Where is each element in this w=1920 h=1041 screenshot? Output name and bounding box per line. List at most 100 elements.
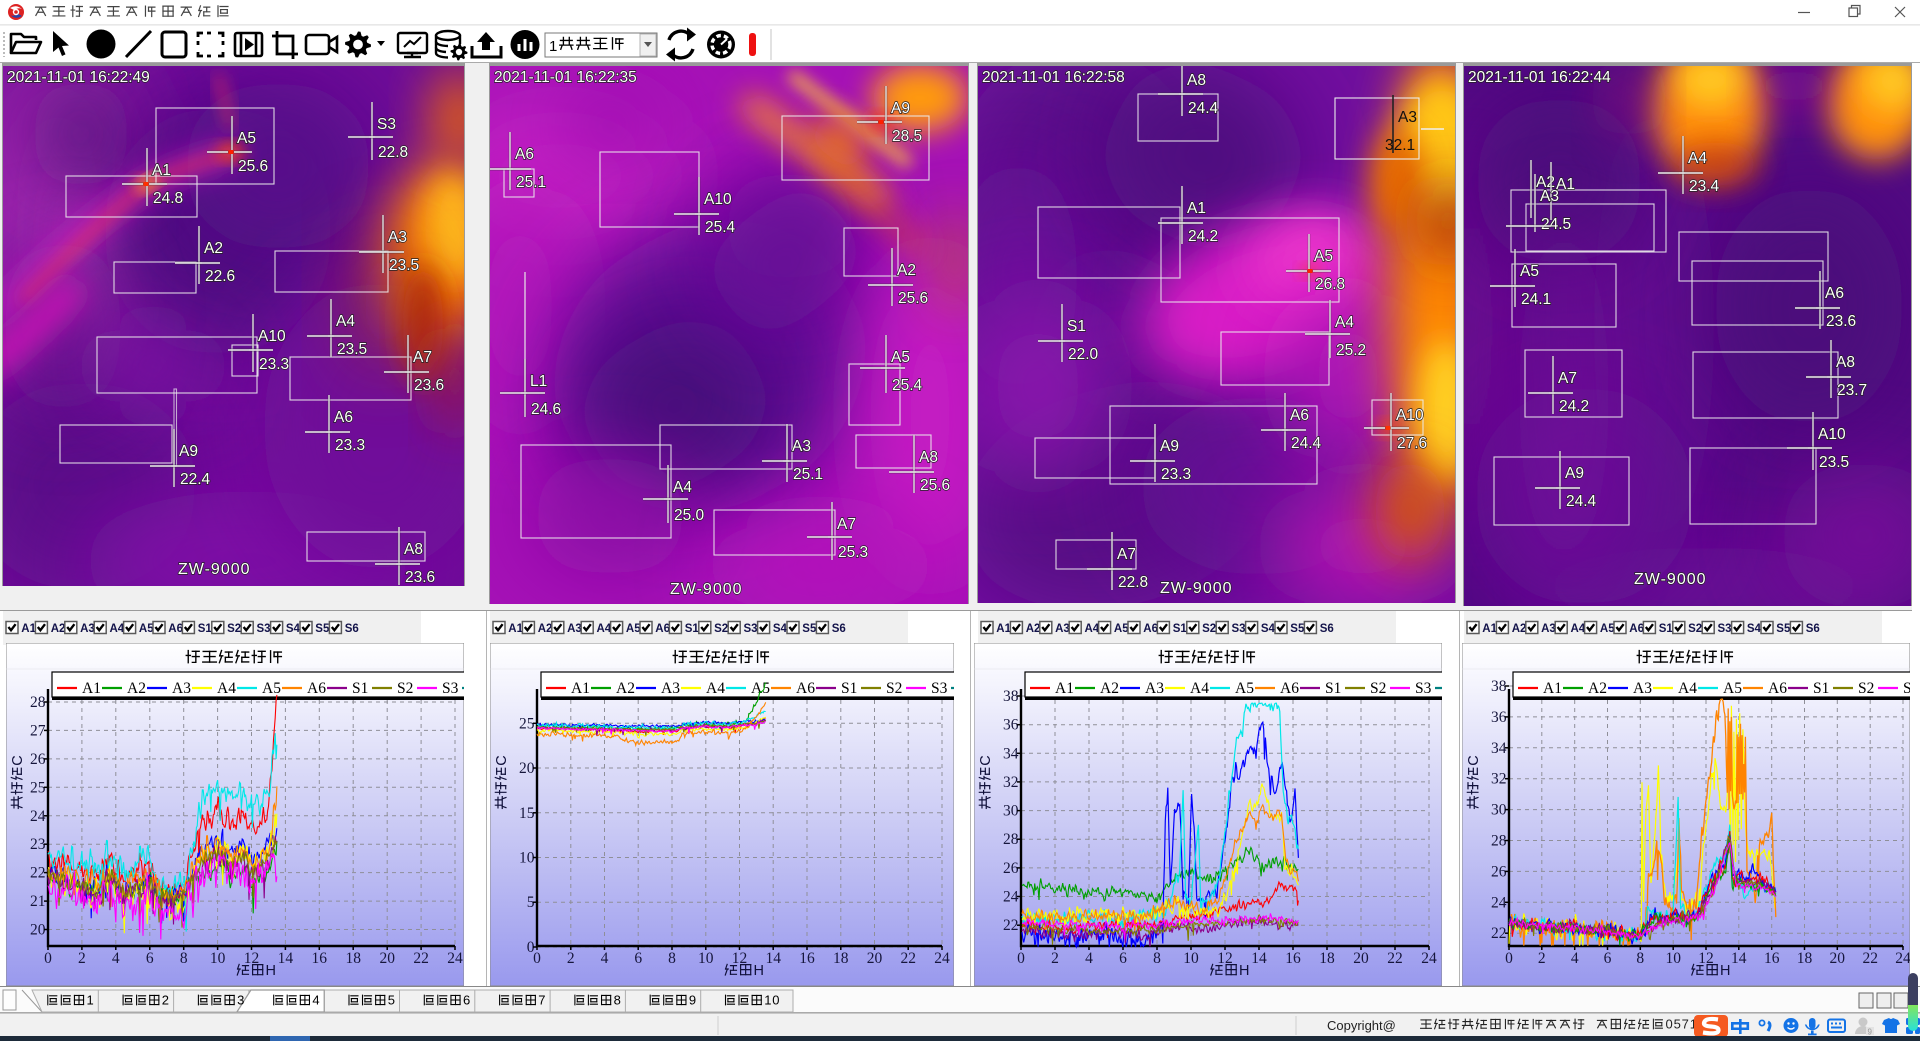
svg-text:0: 0 (44, 950, 52, 967)
svg-text:S4: S4 (1747, 623, 1762, 635)
svg-text:S2: S2 (1688, 623, 1702, 635)
svg-text:A5: A5 (139, 623, 154, 635)
svg-text:2: 2 (1538, 950, 1546, 967)
svg-text:A2: A2 (1512, 623, 1527, 635)
svg-text:9: 9 (689, 993, 696, 1008)
svg-text:A1: A1 (1055, 680, 1074, 697)
svg-text:23: 23 (30, 836, 46, 853)
svg-text:26: 26 (1491, 863, 1507, 880)
svg-text:A3: A3 (661, 680, 680, 697)
svg-text:25.2: 25.2 (1336, 342, 1366, 359)
svg-text:A4: A4 (336, 313, 355, 330)
svg-text:A4: A4 (597, 623, 612, 635)
svg-text:S2: S2 (397, 680, 413, 697)
svg-text:H: H (1239, 963, 1249, 979)
svg-text:A7: A7 (1558, 370, 1577, 387)
svg-text:10: 10 (1665, 950, 1681, 967)
svg-text:15: 15 (519, 805, 535, 822)
svg-text:S1: S1 (1813, 680, 1829, 697)
svg-text:A8: A8 (1187, 72, 1206, 89)
svg-text:24: 24 (1895, 950, 1910, 967)
svg-text:A5: A5 (1520, 263, 1539, 280)
svg-text:A1: A1 (996, 623, 1011, 635)
svg-text:A5: A5 (891, 349, 910, 366)
svg-text:A3: A3 (1540, 188, 1559, 205)
svg-text:A3: A3 (1541, 623, 1556, 635)
svg-text:14: 14 (278, 950, 294, 967)
svg-text:26: 26 (1003, 860, 1019, 877)
svg-text:23.5: 23.5 (389, 257, 419, 274)
svg-text:24.4: 24.4 (1188, 100, 1219, 117)
svg-text:A4: A4 (110, 623, 125, 635)
svg-text:8: 8 (614, 993, 621, 1008)
svg-text:24: 24 (1003, 889, 1019, 906)
svg-text:24.2: 24.2 (1188, 228, 1218, 245)
svg-text:S3: S3 (442, 680, 459, 697)
svg-text:A2: A2 (1100, 680, 1119, 697)
svg-text:20: 20 (30, 922, 46, 939)
svg-text:A7: A7 (837, 516, 856, 533)
svg-text:4: 4 (112, 950, 120, 967)
svg-text:38: 38 (1491, 678, 1507, 695)
svg-text:24.8: 24.8 (153, 190, 183, 207)
svg-text:36: 36 (1491, 709, 1507, 726)
svg-text:S3: S3 (1903, 680, 1910, 697)
svg-text:A10: A10 (258, 328, 286, 345)
svg-text:S1: S1 (198, 623, 213, 635)
svg-text:26: 26 (30, 751, 46, 768)
svg-text:2: 2 (567, 950, 575, 967)
svg-text:S1: S1 (841, 680, 857, 697)
svg-text:A6: A6 (334, 409, 353, 426)
svg-text:A10: A10 (1396, 407, 1424, 424)
svg-text:C: C (10, 755, 26, 765)
svg-text:A2: A2 (897, 262, 916, 279)
svg-text:A9: A9 (1160, 438, 1179, 455)
svg-text:S4: S4 (286, 623, 301, 635)
svg-text:0: 0 (1017, 950, 1025, 967)
svg-text:16: 16 (312, 950, 328, 967)
svg-text:A10: A10 (1818, 426, 1846, 443)
svg-text:A3: A3 (1633, 680, 1652, 697)
svg-text:2021-11-01 16:22:49: 2021-11-01 16:22:49 (7, 69, 150, 86)
svg-text:A3: A3 (172, 680, 191, 697)
svg-text:18: 18 (1319, 950, 1335, 967)
svg-text:3: 3 (237, 993, 244, 1008)
svg-text:ZW-9000: ZW-9000 (670, 581, 743, 598)
svg-text:A4: A4 (217, 680, 236, 697)
svg-text:S2: S2 (1202, 623, 1216, 635)
svg-text:25.0: 25.0 (674, 507, 705, 524)
svg-text:27: 27 (30, 722, 46, 739)
svg-text:A6: A6 (1825, 285, 1844, 302)
svg-text:28: 28 (1491, 833, 1507, 850)
svg-text:22: 22 (1491, 925, 1507, 942)
svg-text:A2: A2 (538, 623, 553, 635)
svg-text:25: 25 (30, 779, 46, 796)
svg-text:24.4: 24.4 (1291, 435, 1322, 452)
svg-text:28: 28 (30, 694, 46, 711)
svg-text:8: 8 (1153, 950, 1161, 967)
svg-text:4: 4 (1085, 950, 1093, 967)
svg-text:A6: A6 (1143, 623, 1158, 635)
svg-text:22.8: 22.8 (378, 144, 408, 161)
svg-text:32: 32 (1003, 774, 1019, 791)
svg-text:A2: A2 (616, 680, 635, 697)
svg-text:S6: S6 (1320, 623, 1334, 635)
svg-text:A1: A1 (82, 680, 101, 697)
svg-text:32.1: 32.1 (1385, 137, 1415, 154)
svg-text:S3: S3 (1415, 680, 1432, 697)
svg-text:38: 38 (1003, 688, 1019, 705)
svg-text:23.7: 23.7 (1837, 382, 1867, 399)
svg-text:L1: L1 (530, 373, 547, 390)
svg-text:A6: A6 (1280, 680, 1299, 697)
svg-text:A8: A8 (919, 449, 938, 466)
svg-text:30: 30 (1491, 802, 1507, 819)
svg-text:24: 24 (30, 808, 46, 825)
svg-text:6: 6 (1604, 950, 1612, 967)
svg-text:5: 5 (388, 993, 395, 1008)
svg-text:24: 24 (447, 950, 463, 967)
svg-text:A2: A2 (51, 623, 66, 635)
svg-text:0: 0 (1505, 950, 1513, 967)
svg-text:S1: S1 (352, 680, 368, 697)
svg-text:1: 1 (87, 993, 94, 1008)
svg-text:32: 32 (1491, 771, 1507, 788)
